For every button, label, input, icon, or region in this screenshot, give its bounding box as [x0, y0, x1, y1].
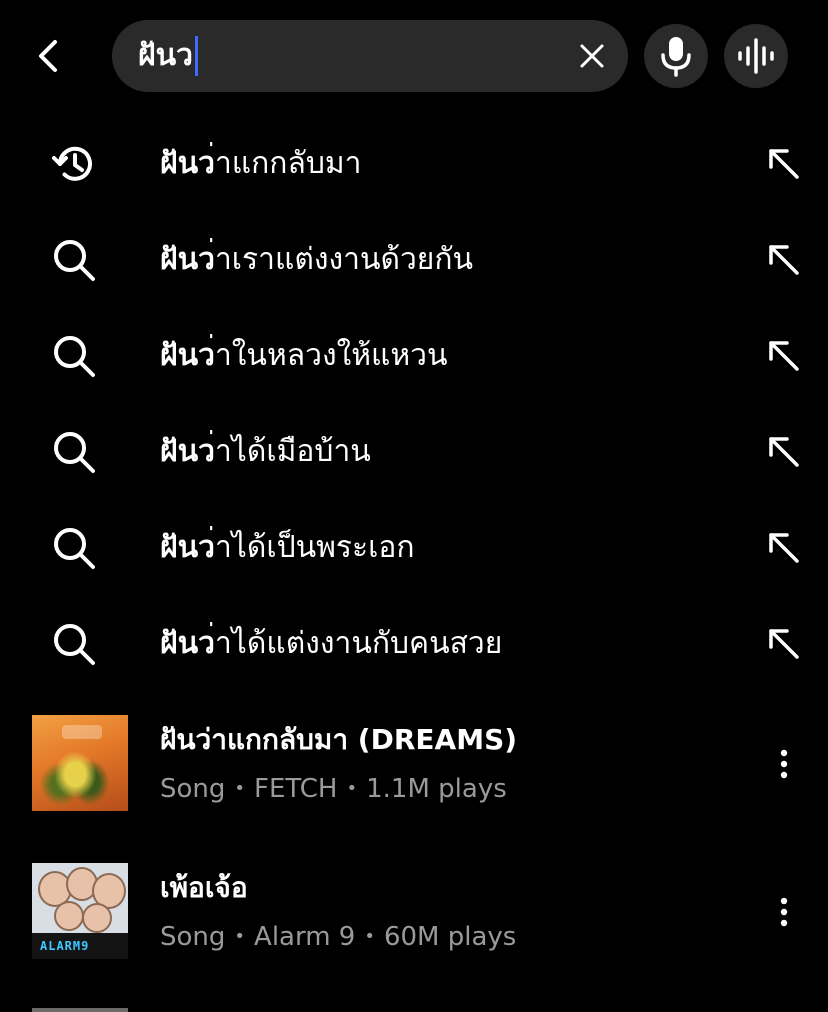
search-icon	[54, 528, 95, 569]
search-icon	[54, 240, 95, 281]
search-icon	[54, 432, 95, 473]
song-meta: Song • Alarm 9 • 60M plays	[160, 922, 517, 952]
fill-query-button[interactable]	[762, 622, 806, 666]
suggestion-label: ฝันว่าได้แต่งงานกับคนสวย	[160, 626, 503, 661]
arrow-up-left-icon	[769, 149, 799, 179]
search-icon	[54, 624, 95, 665]
voice-search-button[interactable]	[644, 24, 708, 88]
arrow-up-left-icon	[769, 629, 799, 659]
search-input[interactable]: ฝันว	[112, 20, 628, 92]
back-arrow-icon	[39, 40, 57, 72]
suggestion-label: ฝันว่าในหลวงให้แหวน	[160, 338, 448, 373]
clear-search-button[interactable]	[574, 38, 610, 74]
fill-query-button[interactable]	[762, 334, 806, 378]
fill-query-button[interactable]	[762, 238, 806, 282]
suggestion-item[interactable]: ฝันว่าได้แต่งงานกับคนสวย	[0, 596, 828, 692]
next-result-thumbnail	[32, 1008, 128, 1012]
microphone-icon	[661, 37, 691, 77]
more-vertical-icon	[780, 897, 788, 927]
song-results: ฝันว่าแกกลับมา (DREAMS) Song • FETCH • 1.1M …	[0, 700, 828, 996]
album-art	[32, 715, 128, 811]
close-icon	[580, 44, 604, 68]
history-icon	[52, 146, 92, 181]
fill-query-button[interactable]	[762, 430, 806, 474]
song-title: ฝันว่าแกกลับมา (DREAMS)	[160, 723, 518, 756]
suggestion-item[interactable]: ฝันว่าได้เมือบ้าน	[0, 404, 828, 500]
back-button[interactable]	[28, 32, 68, 80]
suggestion-item[interactable]: ฝันว่าแกกลับมา	[0, 116, 828, 212]
audio-wave-icon	[738, 38, 774, 74]
song-title: เพ้อเจ้อ	[160, 871, 248, 904]
suggestion-label: ฝันว่าได้เป็นพระเอก	[160, 530, 415, 565]
arrow-up-left-icon	[769, 341, 799, 371]
suggestion-item[interactable]: ฝันว่าได้เป็นพระเอก	[0, 500, 828, 596]
search-screen: ฝันว ฝันว่าแกกลับมา ฝันว่าเราแต่งงานด้วย…	[0, 0, 828, 1012]
more-options-button[interactable]	[770, 892, 798, 932]
suggestion-label: ฝันว่าได้เมือบ้าน	[160, 434, 371, 469]
arrow-up-left-icon	[769, 437, 799, 467]
fill-query-button[interactable]	[762, 526, 806, 570]
search-icon	[54, 336, 95, 377]
arrow-up-left-icon	[769, 533, 799, 563]
album-art: ALARM9	[32, 863, 128, 959]
album-logo: ALARM9	[40, 939, 90, 953]
suggestion-label: ฝันว่าแกกลับมา	[160, 146, 362, 181]
suggestion-list: ฝันว่าแกกลับมา ฝันว่าเราแต่งงานด้วยกัน ฝ…	[0, 116, 828, 692]
more-vertical-icon	[780, 749, 788, 779]
text-caret	[194, 36, 198, 76]
suggestion-item[interactable]: ฝันว่าในหลวงให้แหวน	[0, 308, 828, 404]
arrow-up-left-icon	[769, 245, 799, 275]
suggestion-label: ฝันว่าเราแต่งงานด้วยกัน	[160, 242, 474, 277]
song-row[interactable]: ALARM9 เพ้อเจ้อ Song • Alarm 9 • 60M plays	[0, 848, 828, 996]
song-meta: Song • FETCH • 1.1M plays	[160, 774, 507, 804]
fill-query-button[interactable]	[762, 142, 806, 186]
song-row[interactable]: ฝันว่าแกกลับมา (DREAMS) Song • FETCH • 1.1M …	[0, 700, 828, 848]
suggestion-item[interactable]: ฝันว่าเราแต่งงานด้วยกัน	[0, 212, 828, 308]
song-search-button[interactable]	[724, 24, 788, 88]
search-query-text: ฝันว	[138, 38, 193, 73]
more-options-button[interactable]	[770, 744, 798, 784]
